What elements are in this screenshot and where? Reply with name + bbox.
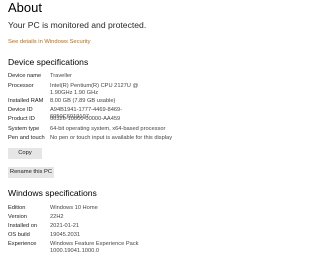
spec-value: 64-bit operating system, x64-based proce… <box>50 126 166 132</box>
page-title: About <box>8 0 42 15</box>
spec-value: Traveller <box>50 73 72 79</box>
spec-label: Edition <box>8 205 26 211</box>
spec-value: Intel(R) Pentium(R) CPU 2127U @ 1.90GHz … <box>50 83 139 96</box>
spec-label: Device name <box>8 73 42 79</box>
spec-value: 2021-01-21 <box>50 223 80 229</box>
spec-label: Experience <box>8 241 37 247</box>
spec-value: 19045.2031 <box>50 232 81 238</box>
spec-value: Windows Feature Experience Pack 1000.190… <box>50 241 139 254</box>
spec-value: No pen or touch input is available for t… <box>50 135 173 141</box>
spec-label: System type <box>8 126 40 132</box>
spec-label: Version <box>8 214 27 220</box>
spec-label: Installed RAM <box>8 98 44 104</box>
spec-label: Device ID <box>8 107 33 113</box>
spec-label: Processor <box>8 83 34 89</box>
windows-specs-heading: Windows specifications <box>8 188 97 198</box>
spec-label: Product ID <box>8 116 35 122</box>
protection-status: Your PC is monitored and protected. <box>8 20 147 30</box>
device-specs-heading: Device specifications <box>8 57 89 67</box>
spec-value: Windows 10 Home <box>50 205 98 211</box>
security-details-link[interactable]: See details in Windows Security <box>8 38 90 46</box>
rename-pc-button[interactable]: Rename this PC <box>8 167 54 178</box>
spec-value: 00326-10000-00000-AA459 <box>50 116 121 122</box>
spec-label: OS build <box>8 232 30 238</box>
spec-label: Pen and touch <box>8 135 45 141</box>
spec-value: 8.00 GB (7.89 GB usable) <box>50 98 116 104</box>
spec-value: 22H2 <box>50 214 64 220</box>
copy-button[interactable]: Copy <box>8 148 42 159</box>
spec-label: Installed on <box>8 223 38 229</box>
